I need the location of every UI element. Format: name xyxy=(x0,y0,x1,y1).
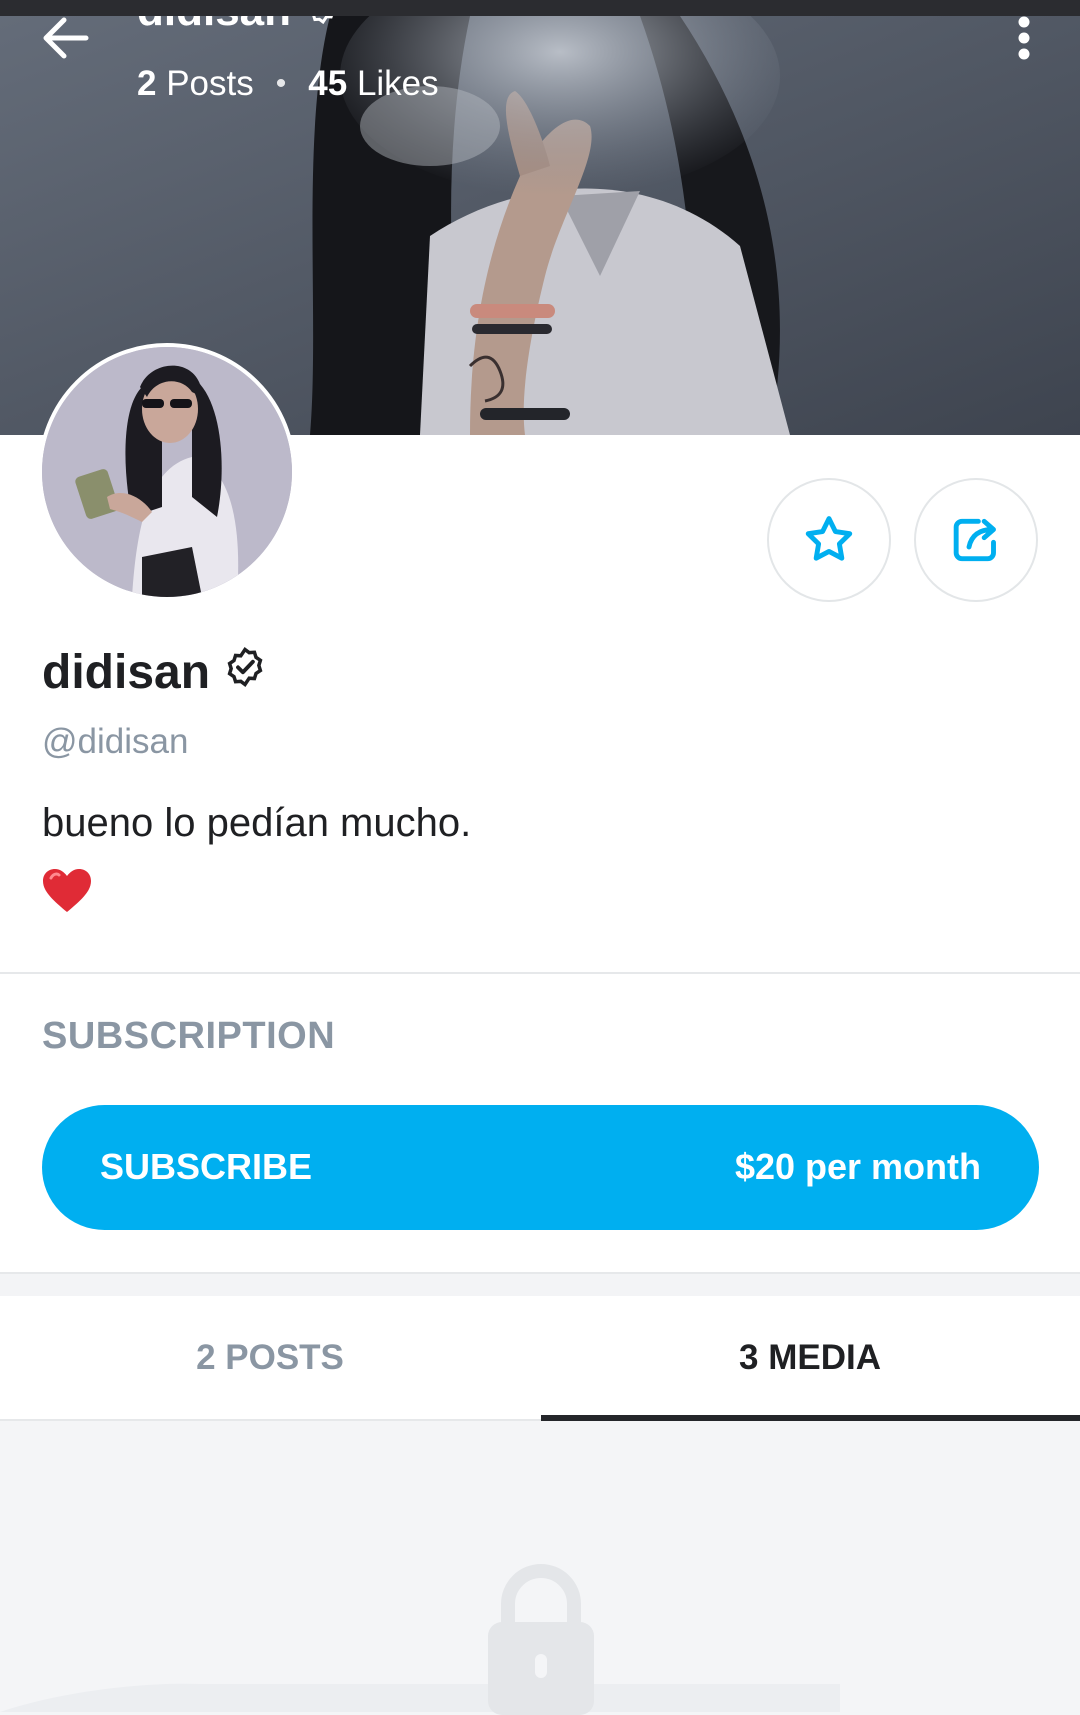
star-icon xyxy=(805,516,853,561)
display-name: didisan xyxy=(42,645,266,700)
more-vertical-icon xyxy=(1018,16,1030,60)
lock-icon xyxy=(484,1562,598,1715)
username-handle: @didisan xyxy=(42,722,189,761)
verified-badge-icon xyxy=(224,645,266,700)
red-heart-icon xyxy=(42,868,92,919)
favorite-button[interactable] xyxy=(767,478,891,602)
subscribe-price: $20 per month xyxy=(734,1146,981,1187)
subscribe-button-label: SUBSCRIBE xyxy=(100,1146,313,1187)
arrow-left-icon xyxy=(43,17,89,59)
avatar-photo xyxy=(42,347,292,597)
likes-label: Likes xyxy=(356,64,439,103)
share-button[interactable] xyxy=(914,478,1038,602)
posts-count: 2 xyxy=(137,64,157,103)
back-button[interactable] xyxy=(36,12,96,64)
more-options-button[interactable] xyxy=(1004,8,1044,68)
section-gap xyxy=(0,1272,1080,1296)
profile-page: didisan 2 Posts • 45 Likes xyxy=(0,0,1080,1715)
verified-badge-icon xyxy=(305,16,341,36)
header-stats: 2 Posts • 45 Likes xyxy=(137,64,439,104)
posts-label: Posts xyxy=(166,64,254,103)
status-bar-strip xyxy=(0,0,1080,16)
header-name-text: didisan xyxy=(137,16,291,36)
subscription-heading: SUBSCRIPTION xyxy=(42,1015,336,1057)
avatar[interactable] xyxy=(38,343,296,601)
display-name-text: didisan xyxy=(42,646,211,699)
stats-separator: • xyxy=(275,67,287,100)
header-name: didisan xyxy=(137,16,341,36)
media-card-edge xyxy=(0,1683,840,1712)
subscribe-button[interactable]: SUBSCRIBE $20 per month xyxy=(42,1105,1039,1230)
tab-media[interactable]: 3 MEDIA xyxy=(540,1296,1080,1420)
share-icon xyxy=(953,518,996,562)
tab-posts[interactable]: 2 POSTS xyxy=(0,1296,540,1420)
likes-count: 45 xyxy=(308,64,348,103)
bio-text: bueno lo pedían mucho. xyxy=(42,801,472,845)
section-divider xyxy=(0,972,1080,974)
